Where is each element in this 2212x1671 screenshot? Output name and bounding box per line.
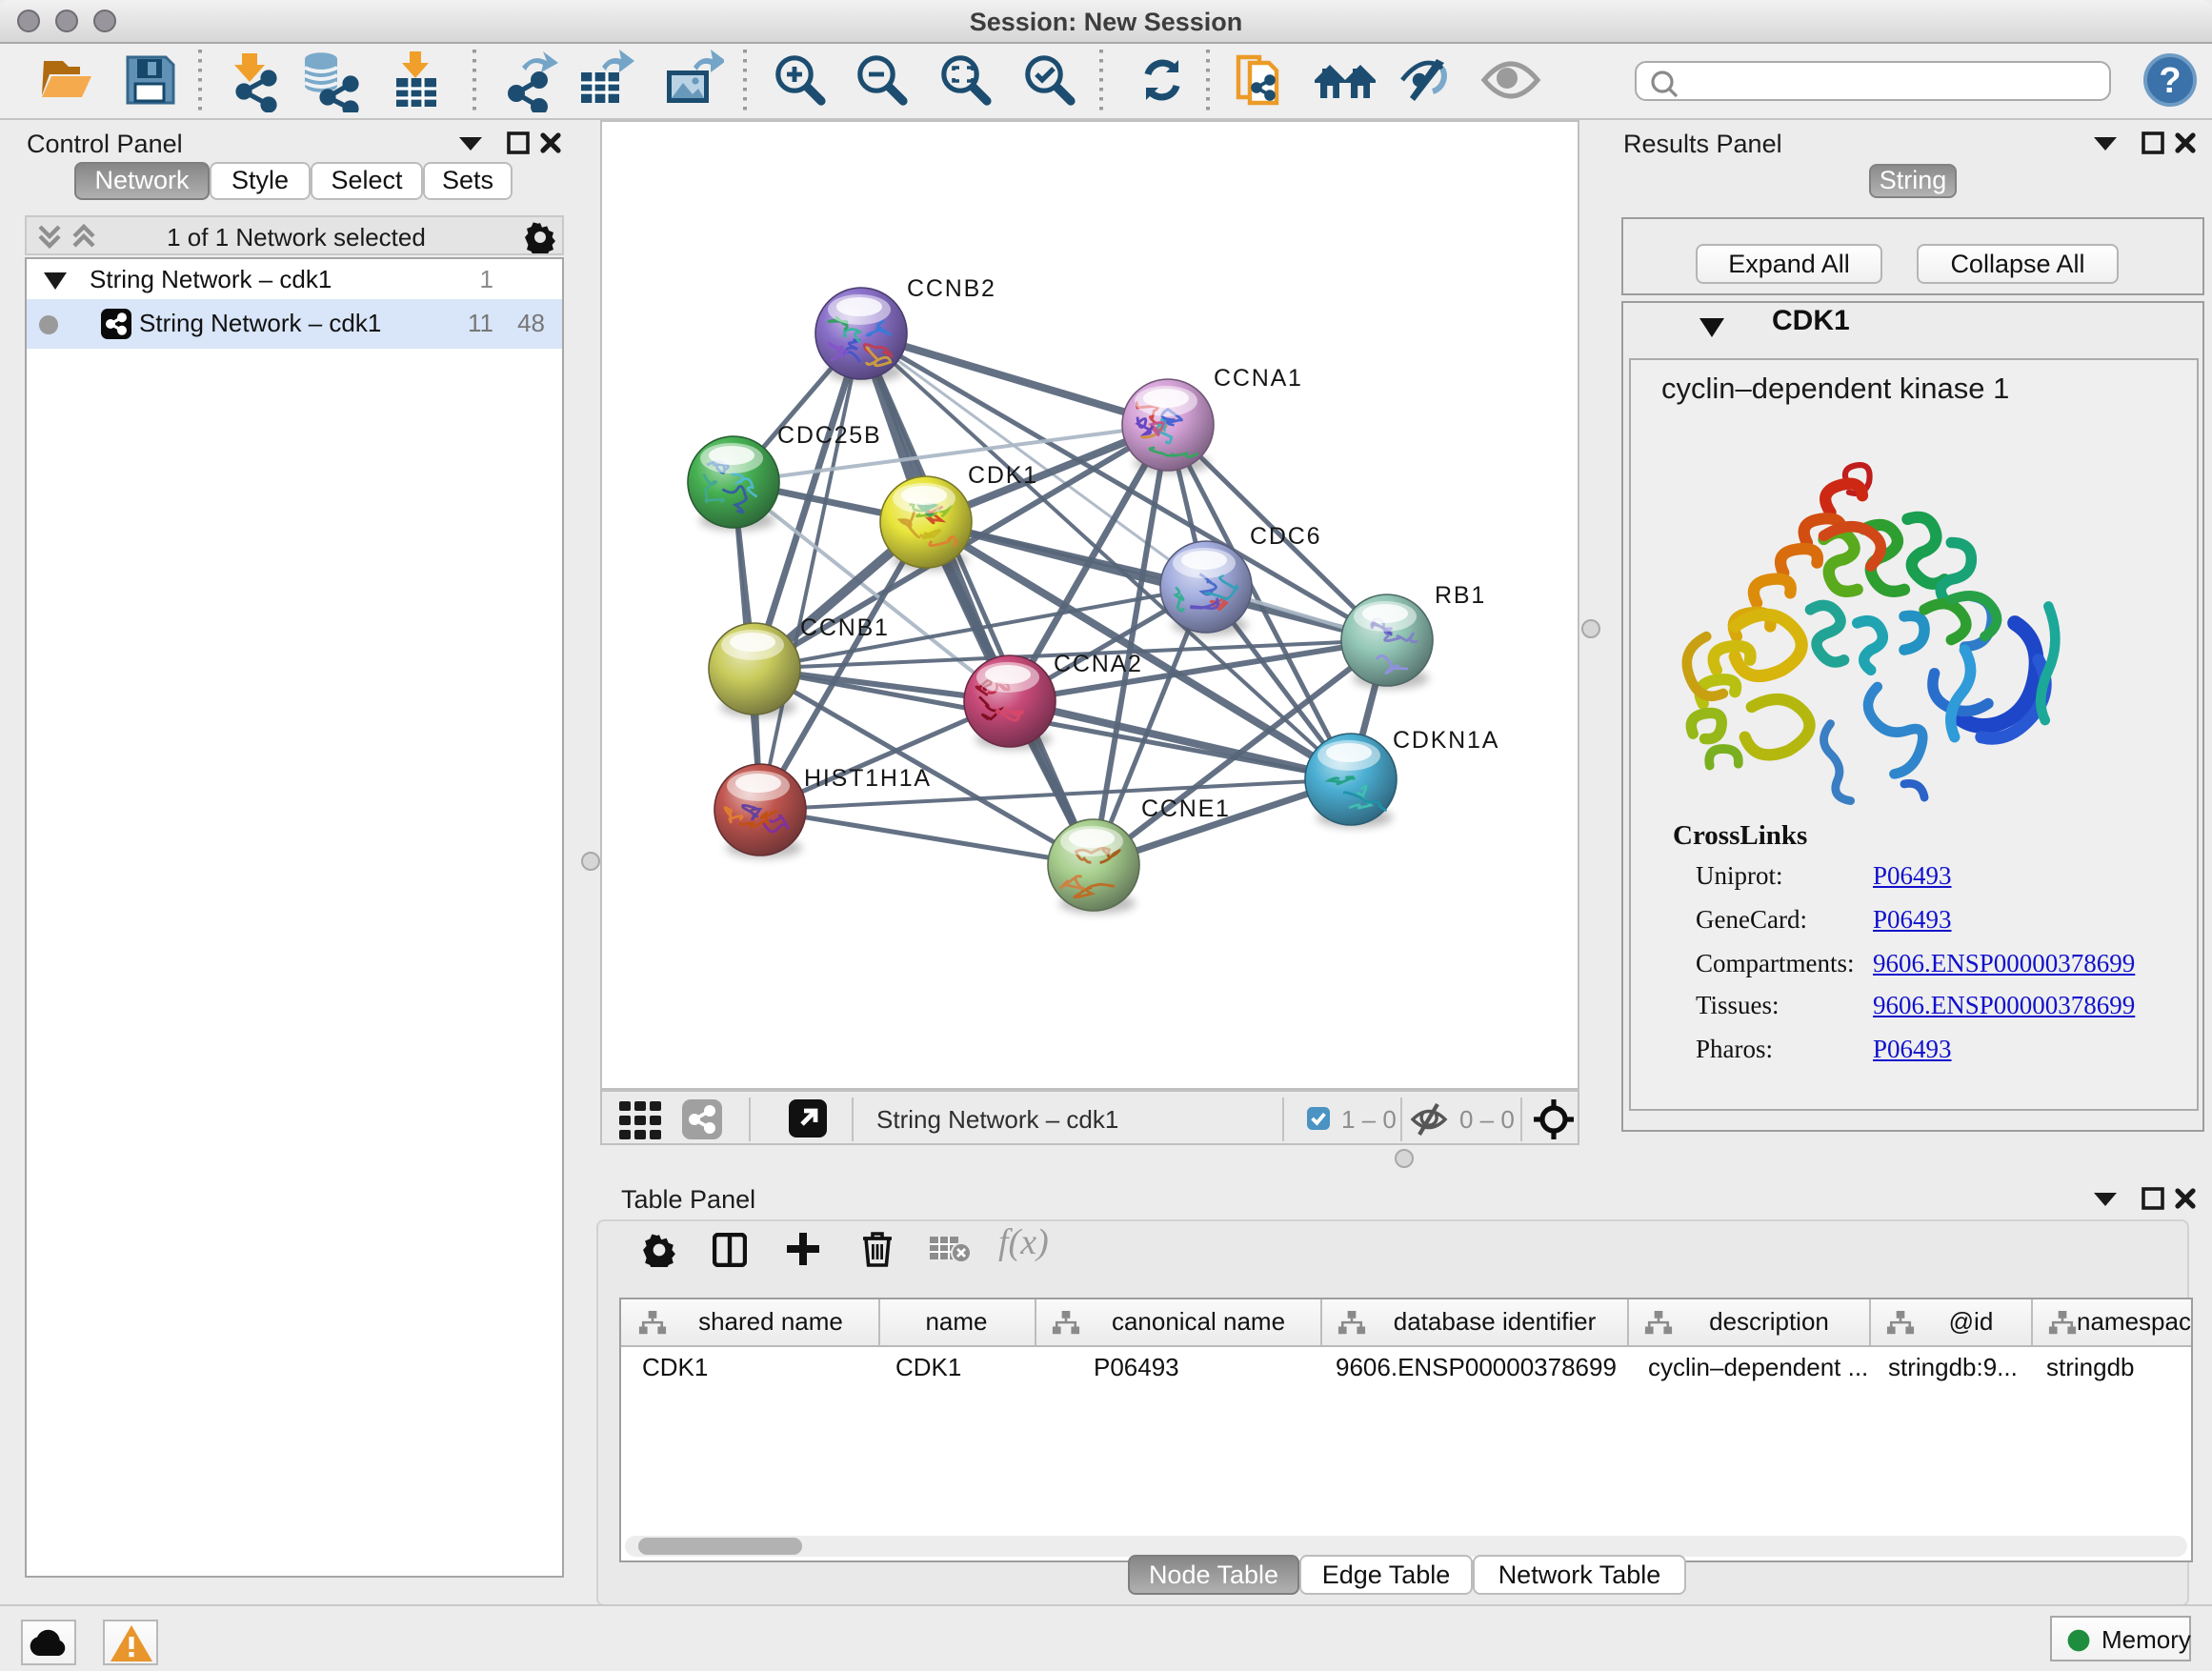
svg-text:CCNA1: CCNA1 [1214, 365, 1303, 392]
svg-text:HIST1H1A: HIST1H1A [804, 765, 932, 792]
svg-text:CDC6: CDC6 [1250, 523, 1321, 550]
svg-text:CCNE1: CCNE1 [1141, 795, 1231, 822]
svg-text:CCNA2: CCNA2 [1054, 651, 1143, 677]
svg-text:CDKN1A: CDKN1A [1393, 727, 1499, 754]
svg-text:CCNB1: CCNB1 [800, 614, 890, 641]
svg-text:CCNB2: CCNB2 [907, 275, 996, 302]
svg-text:CDC25B: CDC25B [777, 422, 881, 449]
svg-text:CDK1: CDK1 [968, 462, 1038, 489]
svg-text:RB1: RB1 [1435, 582, 1486, 609]
svg-text:?: ? [2159, 61, 2181, 101]
